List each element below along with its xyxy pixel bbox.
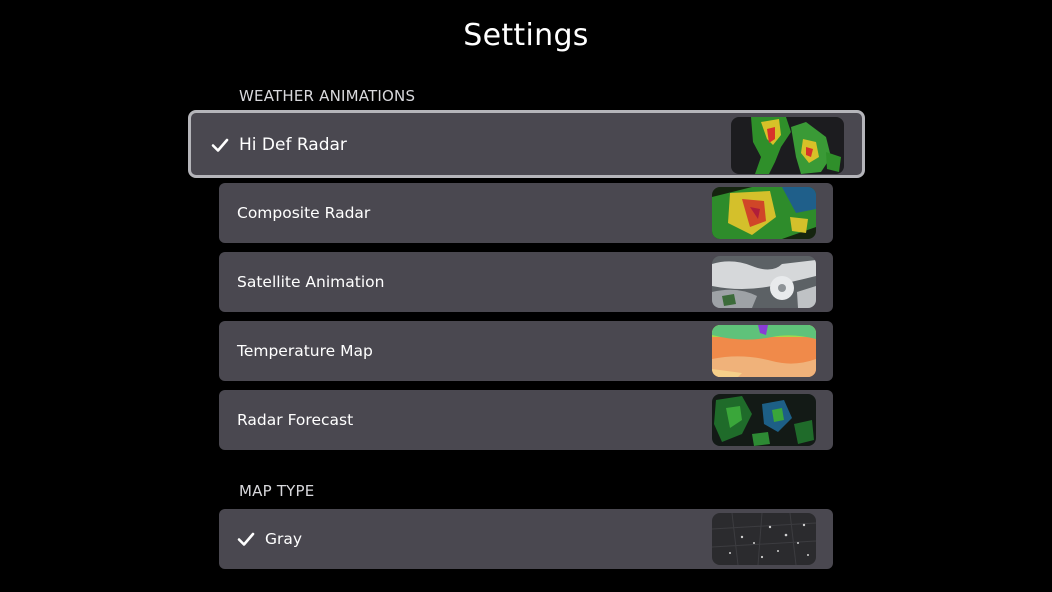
option-satellite-animation[interactable]: Satellite Animation: [219, 252, 833, 312]
radar-forecast-thumbnail: [712, 394, 816, 446]
option-radar-forecast[interactable]: Radar Forecast: [219, 390, 833, 450]
checkmark-icon: [237, 532, 255, 546]
section-header-weather-animations: WEATHER ANIMATIONS: [239, 87, 416, 105]
composite-radar-thumbnail: [712, 187, 816, 239]
option-label: Temperature Map: [237, 342, 373, 360]
settings-screen: Settings WEATHER ANIMATIONS Hi Def Radar…: [0, 0, 1052, 592]
option-gray-map[interactable]: Gray: [219, 509, 833, 569]
hi-def-radar-thumbnail: [731, 117, 844, 174]
option-composite-radar[interactable]: Composite Radar: [219, 183, 833, 243]
option-temperature-map[interactable]: Temperature Map: [219, 321, 833, 381]
checkmark-icon: [211, 138, 229, 152]
satellite-thumbnail: [712, 256, 816, 308]
temperature-map-thumbnail: [712, 325, 816, 377]
option-hi-def-radar[interactable]: Hi Def Radar: [188, 110, 865, 178]
option-label: Satellite Animation: [237, 273, 385, 291]
section-header-map-type: MAP TYPE: [239, 482, 315, 500]
option-label: Radar Forecast: [237, 411, 354, 429]
option-label: Hi Def Radar: [239, 135, 347, 155]
gray-map-thumbnail: [712, 513, 816, 565]
page-title: Settings: [463, 18, 589, 53]
option-label: Gray: [265, 530, 303, 548]
option-label: Composite Radar: [237, 204, 371, 222]
